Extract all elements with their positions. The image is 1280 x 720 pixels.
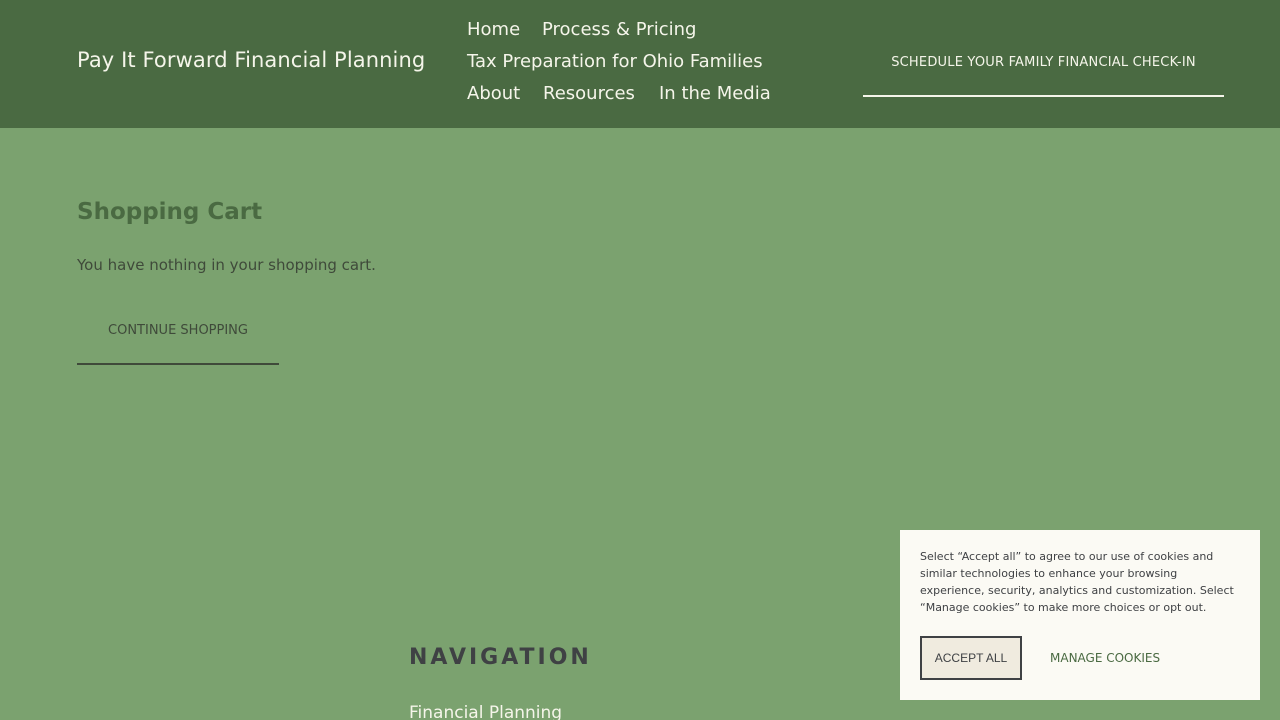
footer-navigation-heading: NAVIGATION	[409, 645, 592, 670]
accept-all-cookies-button[interactable]: ACCEPT ALL	[920, 636, 1022, 680]
footer-link-financial-planning[interactable]: Financial Planning	[409, 703, 562, 720]
cookie-banner-text: Select “Accept all” to agree to our use …	[920, 550, 1234, 614]
nav-item-home[interactable]: Home	[467, 19, 520, 40]
schedule-check-in-button[interactable]: SCHEDULE YOUR FAMILY FINANCIAL CHECK-IN	[863, 48, 1224, 97]
empty-cart-message: You have nothing in your shopping cart.	[77, 256, 376, 274]
nav-item-about[interactable]: About	[467, 83, 520, 104]
continue-shopping-button[interactable]: CONTINUE SHOPPING	[77, 313, 279, 365]
nav-item-in-the-media[interactable]: In the Media	[659, 83, 771, 104]
nav-item-process-pricing[interactable]: Process & Pricing	[542, 19, 696, 40]
site-title-link[interactable]: Pay It Forward Financial Planning	[77, 48, 425, 72]
nav-item-tax-preparation[interactable]: Tax Preparation for Ohio Families	[467, 51, 763, 72]
nav-item-resources[interactable]: Resources	[543, 83, 635, 104]
site-header: Pay It Forward Financial Planning Home P…	[0, 0, 1280, 128]
cookie-banner: Select “Accept all” to agree to our use …	[900, 530, 1260, 700]
page-title: Shopping Cart	[77, 199, 263, 225]
manage-cookies-button[interactable]: MANAGE COOKIES	[1050, 636, 1160, 680]
